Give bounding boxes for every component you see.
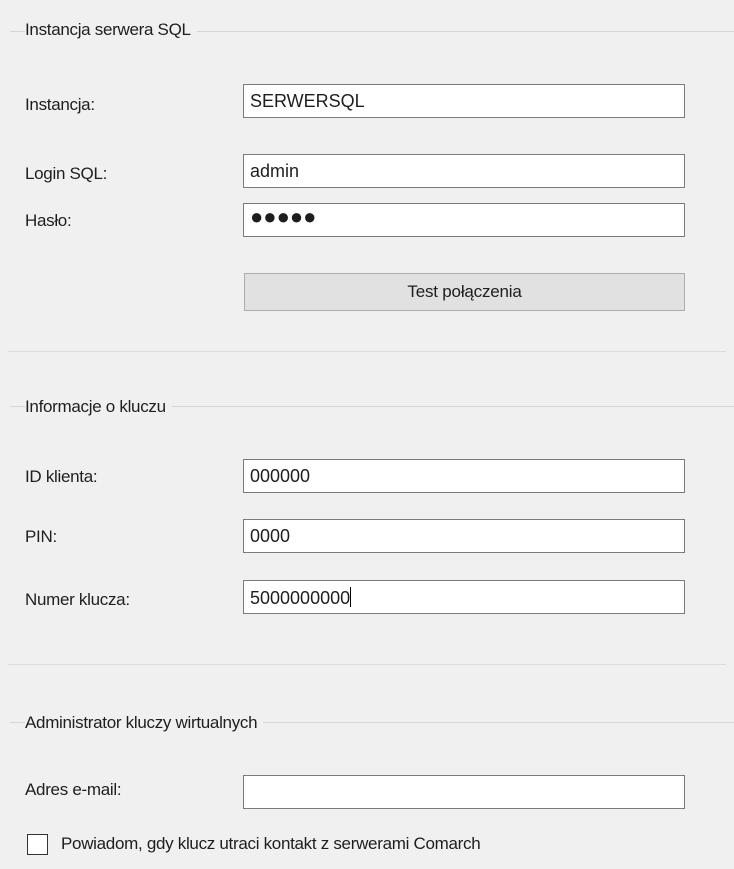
- client-id-label: ID klienta:: [25, 467, 98, 486]
- login-field[interactable]: admin: [243, 154, 685, 188]
- sql-group-title: Instancja serwera SQL: [25, 20, 197, 40]
- key-group-title: Informacje o kluczu: [25, 397, 172, 417]
- instance-label: Instancja:: [25, 95, 95, 114]
- separator-1: [8, 351, 726, 352]
- notify-checkbox[interactable]: [27, 834, 48, 855]
- login-label: Login SQL:: [25, 164, 108, 183]
- password-field[interactable]: ●●●●●: [243, 203, 685, 237]
- email-label: Adres e-mail:: [25, 780, 122, 799]
- password-label: Hasło:: [25, 211, 72, 230]
- key-number-field[interactable]: 5000000000: [243, 580, 685, 614]
- admin-group-title: Administrator kluczy wirtualnych: [25, 713, 264, 733]
- client-id-field[interactable]: 000000: [243, 459, 685, 493]
- test-connection-button[interactable]: Test połączenia: [244, 273, 685, 311]
- pin-field[interactable]: 0000: [243, 519, 685, 553]
- pin-label: PIN:: [25, 527, 57, 546]
- separator-2: [8, 664, 726, 665]
- instance-field[interactable]: SERWERSQL: [243, 84, 685, 118]
- key-number-value: 5000000000: [250, 588, 351, 608]
- notify-label[interactable]: Powiadom, gdy klucz utraci kontakt z ser…: [61, 834, 481, 854]
- email-field[interactable]: [243, 775, 685, 809]
- text-caret: [350, 587, 352, 607]
- key-number-label: Numer klucza:: [25, 590, 130, 609]
